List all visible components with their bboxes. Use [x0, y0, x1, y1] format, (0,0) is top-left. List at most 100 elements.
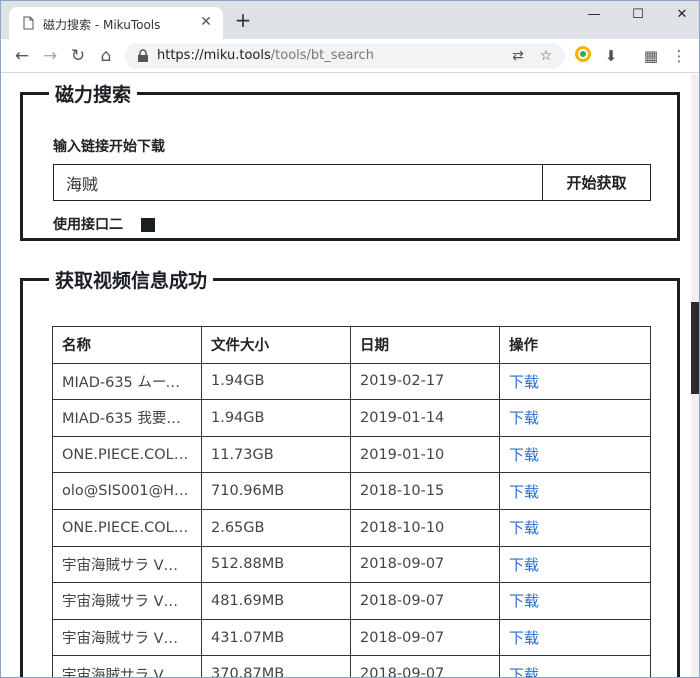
- download-link[interactable]: 下载: [509, 373, 539, 391]
- calendar-extension-icon[interactable]: ▦: [641, 46, 661, 66]
- download-link[interactable]: 下载: [509, 409, 539, 427]
- scrollbar-thumb[interactable]: [691, 302, 699, 394]
- action-cell: 下载: [499, 508, 651, 547]
- search-row: 开始获取: [53, 164, 651, 201]
- tab-title: 磁力搜索 - MikuTools: [43, 18, 161, 32]
- input-label: 输入链接开始下载: [53, 139, 165, 155]
- file-size-cell: 1.94GB: [201, 362, 351, 401]
- title-bar: 磁力搜索 - MikuTools ✕ + — ☐ ✕: [1, 1, 699, 39]
- table-row: MIAD-635 我要… 1.94GB 2019-01-14 下载: [52, 399, 651, 437]
- table-row: ONE.PIECE.COL… 11.73GB 2019-01-10 下载: [52, 435, 651, 474]
- download-link[interactable]: 下载: [509, 483, 539, 501]
- download-icon[interactable]: ⬇: [601, 46, 621, 66]
- file-name-cell: ONE.PIECE.COL…: [52, 435, 202, 474]
- search-panel: 磁力搜索 输入链接开始下载 开始获取 使用接口二: [20, 80, 680, 241]
- date-cell: 2019-02-17: [350, 362, 500, 401]
- extension-icon[interactable]: [573, 46, 593, 66]
- file-name-cell: 宇宙海賊サラ V…: [52, 545, 202, 584]
- action-cell: 下载: [499, 655, 651, 677]
- date-cell: 2018-10-10: [350, 508, 500, 547]
- menu-icon[interactable]: ⋮: [669, 46, 689, 66]
- reload-icon[interactable]: ↻: [67, 45, 89, 67]
- column-header-name: 名称: [52, 326, 202, 364]
- date-cell: 2018-09-07: [350, 545, 500, 584]
- file-size-cell: 710.96MB: [201, 472, 351, 510]
- tab-close-icon[interactable]: ✕: [197, 13, 215, 31]
- results-panel: 获取视频信息成功 名称 文件大小 日期 操作 MIAD-635 ムーブ… 1.9…: [20, 266, 680, 677]
- new-tab-button[interactable]: +: [233, 10, 253, 30]
- table-row: MIAD-635 ムーブ… 1.94GB 2019-02-17 下载: [52, 362, 651, 401]
- file-name-cell: MIAD-635 我要…: [52, 399, 202, 437]
- date-cell: 2018-10-15: [350, 472, 500, 510]
- home-icon[interactable]: ⌂: [95, 45, 117, 67]
- file-size-cell: 2.65GB: [201, 508, 351, 547]
- start-fetch-button[interactable]: 开始获取: [543, 165, 650, 200]
- magnet-search-input[interactable]: [54, 165, 543, 200]
- file-name-cell: MIAD-635 ムーブ…: [52, 362, 202, 401]
- column-header-date: 日期: [350, 326, 500, 364]
- file-size-cell: 512.88MB: [201, 545, 351, 584]
- date-cell: 2019-01-10: [350, 435, 500, 474]
- date-cell: 2018-09-07: [350, 655, 500, 677]
- action-cell: 下载: [499, 362, 651, 401]
- date-cell: 2018-09-07: [350, 582, 500, 620]
- page-scrollbar[interactable]: [691, 74, 699, 677]
- file-size-cell: 431.07MB: [201, 618, 351, 657]
- address-bar[interactable]: https://miku.tools/tools/bt_search ⇄ ☆: [125, 43, 565, 69]
- lock-icon: [138, 49, 148, 62]
- table-row: 宇宙海賊サラ V… 481.69MB 2018-09-07 下载: [52, 582, 651, 620]
- action-cell: 下载: [499, 399, 651, 437]
- star-icon[interactable]: ☆: [537, 47, 555, 65]
- table-row: ONE.PIECE.COL… 2.65GB 2018-10-10 下载: [52, 508, 651, 547]
- download-link[interactable]: 下载: [509, 519, 539, 537]
- results-table: 名称 文件大小 日期 操作 MIAD-635 ムーブ… 1.94GB 2019-…: [52, 326, 651, 677]
- file-name-cell: ONE.PIECE.COL…: [52, 508, 202, 547]
- file-size-cell: 1.94GB: [201, 399, 351, 437]
- browser-window: 磁力搜索 - MikuTools ✕ + — ☐ ✕ ← → ↻ ⌂ https…: [0, 0, 700, 678]
- file-size-cell: 11.73GB: [201, 435, 351, 474]
- file-name-cell: 宇宙海賊サラ V…: [52, 582, 202, 620]
- document-icon: [23, 16, 34, 30]
- action-cell: 下载: [499, 435, 651, 474]
- page-viewport: 磁力搜索 输入链接开始下载 开始获取 使用接口二 获取视频信息成功 名称 文件大…: [1, 74, 699, 677]
- download-link[interactable]: 下载: [509, 629, 539, 647]
- api-option-label: 使用接口二: [53, 217, 123, 233]
- column-header-action: 操作: [499, 326, 651, 364]
- close-window-button[interactable]: ✕: [659, 1, 699, 29]
- table-row: 宇宙海賊サラ V… 370.87MB 2018-09-07 下载: [52, 655, 651, 677]
- extension-logo-icon: [575, 46, 591, 62]
- forward-arrow-icon[interactable]: →: [39, 45, 61, 67]
- url-host: https://miku.tools: [157, 48, 271, 63]
- search-panel-title: 磁力搜索: [55, 84, 132, 106]
- browser-tab[interactable]: 磁力搜索 - MikuTools ✕: [9, 7, 223, 39]
- file-name-cell: 宇宙海賊サラ V…: [52, 655, 202, 677]
- action-cell: 下载: [499, 582, 651, 620]
- minimize-button[interactable]: —: [571, 1, 617, 29]
- download-link[interactable]: 下载: [509, 556, 539, 574]
- table-row: 宇宙海賊サラ V… 431.07MB 2018-09-07 下载: [52, 618, 651, 657]
- download-link[interactable]: 下载: [509, 446, 539, 464]
- date-cell: 2019-01-14: [350, 399, 500, 437]
- results-panel-title: 获取视频信息成功: [55, 270, 208, 292]
- file-size-cell: 481.69MB: [201, 582, 351, 620]
- api-toggle-checkbox[interactable]: [141, 218, 155, 232]
- download-link[interactable]: 下载: [509, 592, 539, 610]
- file-size-cell: 370.87MB: [201, 655, 351, 677]
- url-text: https://miku.tools/tools/bt_search: [157, 48, 374, 63]
- table-header-row: 名称 文件大小 日期 操作: [52, 326, 651, 364]
- back-arrow-icon[interactable]: ←: [11, 45, 33, 67]
- api-option[interactable]: 使用接口二: [53, 214, 163, 234]
- action-cell: 下载: [499, 618, 651, 657]
- maximize-button[interactable]: ☐: [615, 1, 661, 29]
- table-row: 宇宙海賊サラ V… 512.88MB 2018-09-07 下载: [52, 545, 651, 584]
- action-cell: 下载: [499, 545, 651, 584]
- translate-icon[interactable]: ⇄: [509, 47, 527, 65]
- table-row: olo@SIS001@H… 710.96MB 2018-10-15 下载: [52, 472, 651, 510]
- browser-toolbar: ← → ↻ ⌂ https://miku.tools/tools/bt_sear…: [1, 39, 699, 73]
- action-cell: 下载: [499, 472, 651, 510]
- url-path: /tools/bt_search: [270, 48, 374, 63]
- column-header-size: 文件大小: [201, 326, 351, 364]
- download-link[interactable]: 下载: [509, 666, 539, 677]
- date-cell: 2018-09-07: [350, 618, 500, 657]
- file-name-cell: olo@SIS001@H…: [52, 472, 202, 510]
